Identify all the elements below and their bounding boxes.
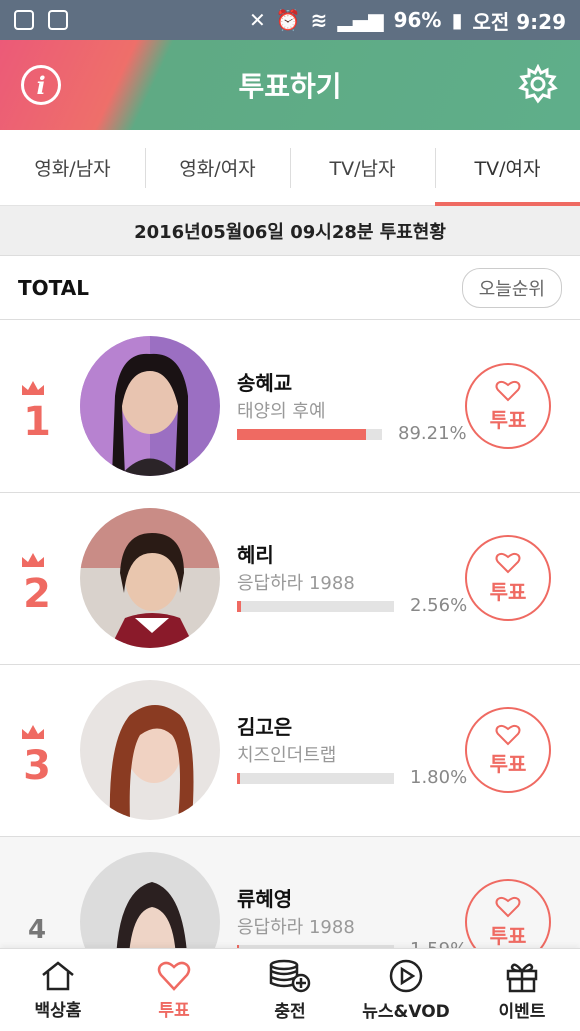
ranking-list: 1 송혜교 태양의 후예 89.21% 투표 2 혜리 응답하라 1988 2.… <box>0 321 580 1009</box>
list-item: 2 혜리 응답하라 1988 2.56% 투표 <box>0 493 580 665</box>
today-rank-button[interactable]: 오늘순위 <box>461 267 562 308</box>
nav-vote[interactable]: 투표 <box>116 949 232 1031</box>
heart-icon <box>495 380 521 401</box>
vote-progress-fill <box>237 429 367 440</box>
nav-event[interactable]: 이벤트 <box>464 949 580 1031</box>
vote-progress-bar <box>237 601 394 612</box>
drama-title: 치즈인더트랩 <box>237 745 337 766</box>
gear-icon[interactable] <box>518 64 558 104</box>
crown-icon <box>22 725 44 739</box>
vote-percent: 1.80% <box>410 767 468 788</box>
vote-percent: 2.56% <box>410 595 468 616</box>
drama-title: 태양의 후예 <box>237 401 326 422</box>
rank-number: 2 <box>20 551 54 617</box>
wifi-icon: ≋ <box>310 8 328 32</box>
play-icon <box>389 959 423 992</box>
home-icon <box>42 960 74 990</box>
total-label: TOTAL <box>18 275 89 300</box>
vote-button[interactable]: 투표 <box>465 363 551 449</box>
app-notification-icon <box>14 10 34 30</box>
avatar <box>80 680 220 820</box>
list-item: 3 김고은 치즈인더트랩 1.80% 투표 <box>0 665 580 837</box>
mute-icon: ✕ <box>249 8 266 32</box>
alarm-icon: ⏰ <box>275 8 301 32</box>
nav-home[interactable]: 백상홈 <box>0 949 116 1031</box>
nav-news-vod[interactable]: 뉴스&VOD <box>348 949 464 1031</box>
rank-number: 3 <box>20 723 54 789</box>
vote-progress-fill <box>237 601 242 612</box>
actor-name: 류혜영 <box>237 887 293 911</box>
battery-icon: ▮ <box>451 8 463 32</box>
vote-progress-bar <box>237 429 382 440</box>
vote-progress-bar <box>237 773 394 784</box>
crown-icon <box>22 381 44 395</box>
list-item: 1 송혜교 태양의 후예 89.21% 투표 <box>0 321 580 493</box>
actor-name: 혜리 <box>237 543 274 567</box>
vote-button[interactable]: 투표 <box>465 535 551 621</box>
rank-number: 4 <box>27 915 47 945</box>
gift-icon <box>506 963 538 992</box>
actor-name: 송혜교 <box>237 371 293 395</box>
tab-movie-male[interactable]: 영화/남자 <box>0 130 145 205</box>
total-bar: TOTAL 오늘순위 <box>0 256 580 320</box>
coin-stack-icon <box>269 959 311 992</box>
rank-number: 1 <box>20 379 54 445</box>
info-icon[interactable]: i <box>21 65 61 105</box>
heart-icon <box>495 724 521 745</box>
page-title: 투표하기 <box>238 70 342 103</box>
battery-percent: 96% <box>393 8 442 32</box>
vote-progress-fill <box>237 773 240 784</box>
actor-name: 김고은 <box>237 715 293 739</box>
status-time: 오전 9:29 <box>472 9 566 34</box>
drama-title: 응답하라 1988 <box>237 573 355 594</box>
bottom-nav: 백상홈 투표 충전 뉴스&VOD 이벤트 <box>0 948 580 1031</box>
tab-tv-male[interactable]: TV/남자 <box>290 130 435 205</box>
heart-icon <box>157 961 191 991</box>
avatar <box>80 508 220 648</box>
vote-button[interactable]: 투표 <box>465 707 551 793</box>
nav-charge[interactable]: 충전 <box>232 949 348 1031</box>
category-tabs: 영화/남자 영화/여자 TV/남자 TV/여자 <box>0 130 580 206</box>
app-header: i 투표하기 <box>0 40 580 130</box>
vote-percent: 89.21% <box>398 423 467 444</box>
vote-status-date: 2016년05월06일 09시28분 투표현황 <box>0 206 580 256</box>
gallery-notification-icon <box>48 10 68 30</box>
heart-icon <box>495 896 521 917</box>
crown-icon <box>22 553 44 567</box>
tab-tv-female[interactable]: TV/여자 <box>435 130 580 206</box>
heart-icon <box>495 552 521 573</box>
avatar <box>80 336 220 476</box>
drama-title: 응답하라 1988 <box>237 917 355 938</box>
tab-movie-female[interactable]: 영화/여자 <box>145 130 290 205</box>
signal-icon: ▂▄▆ <box>337 8 384 32</box>
status-bar: ✕ ⏰ ≋ ▂▄▆ 96% ▮ 오전 9:29 <box>0 0 580 40</box>
